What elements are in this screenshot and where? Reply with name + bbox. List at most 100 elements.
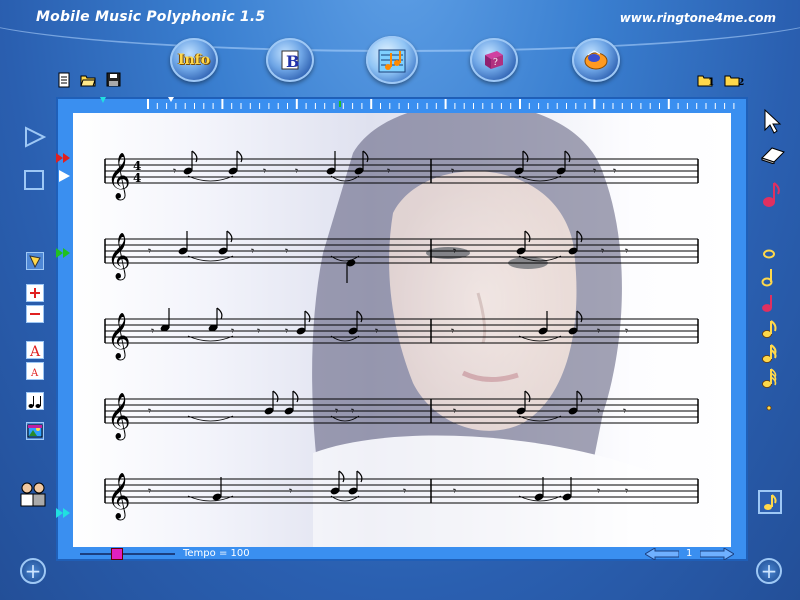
eraser-tool-icon[interactable] bbox=[760, 146, 786, 164]
eighth-note[interactable] bbox=[556, 150, 571, 176]
quarter-note[interactable] bbox=[212, 477, 223, 502]
timeline-ruler[interactable] bbox=[72, 97, 748, 111]
eighth-note[interactable] bbox=[348, 310, 363, 336]
quarter-note[interactable] bbox=[562, 477, 573, 502]
rest[interactable]: 𝄾 bbox=[148, 404, 151, 418]
tempo-slider-track[interactable] bbox=[80, 553, 175, 555]
eighth-note[interactable] bbox=[354, 150, 369, 176]
instrument-button[interactable]: B bbox=[266, 38, 314, 82]
rest[interactable]: 𝄾 bbox=[613, 164, 616, 178]
picture-button[interactable] bbox=[26, 422, 44, 440]
eighth-note[interactable] bbox=[264, 390, 279, 416]
tempo-slider-knob[interactable] bbox=[111, 548, 123, 560]
rest[interactable]: 𝄾 bbox=[375, 324, 378, 338]
new-file-icon[interactable] bbox=[56, 72, 72, 88]
eighth-note[interactable] bbox=[228, 150, 243, 176]
rest[interactable]: 𝄾 bbox=[625, 244, 628, 258]
staff-1-markers[interactable] bbox=[56, 150, 72, 190]
eighth-note[interactable] bbox=[348, 470, 363, 496]
quarter-note[interactable] bbox=[346, 258, 357, 283]
add-left-button[interactable]: + bbox=[20, 558, 46, 584]
rest[interactable]: 𝄾 bbox=[285, 324, 288, 338]
stop-button[interactable] bbox=[24, 170, 44, 190]
eighth-note[interactable] bbox=[516, 230, 531, 256]
rest[interactable]: 𝄾 bbox=[453, 484, 456, 498]
thirty-second-note-icon[interactable] bbox=[762, 368, 777, 388]
score-button[interactable] bbox=[366, 36, 418, 84]
half-note-icon[interactable] bbox=[761, 269, 773, 287]
eighth-note-icon[interactable] bbox=[762, 320, 777, 338]
rest[interactable]: 𝄾 bbox=[597, 404, 600, 418]
staff-3-notes[interactable]: 𝄾 𝄾 𝄾 𝄾 𝄾 𝄾 𝄾 𝄾 bbox=[151, 307, 628, 338]
rest[interactable]: 𝄾 bbox=[173, 164, 176, 178]
rest[interactable]: 𝄾 bbox=[623, 404, 626, 418]
rest[interactable]: 𝄾 bbox=[451, 164, 454, 178]
rest[interactable]: 𝄾 bbox=[625, 484, 628, 498]
eighth-note[interactable] bbox=[514, 150, 529, 176]
zoom-in-button[interactable] bbox=[26, 284, 44, 302]
dot-icon[interactable] bbox=[766, 405, 772, 411]
pointer-tool-icon[interactable] bbox=[762, 108, 784, 134]
staff-1[interactable]: 𝄞 44 𝄾 𝄾 𝄾 𝄾 𝄾 𝄾 𝄾 bbox=[104, 150, 699, 201]
eighth-note[interactable] bbox=[568, 310, 583, 336]
quarter-note[interactable] bbox=[538, 311, 549, 336]
rest[interactable]: 𝄾 bbox=[597, 324, 600, 338]
rest[interactable]: 𝄾 bbox=[263, 164, 266, 178]
rest[interactable]: 𝄾 bbox=[403, 484, 406, 498]
eighth-note[interactable] bbox=[330, 470, 345, 496]
rest[interactable]: 𝄾 bbox=[453, 244, 456, 258]
rest[interactable]: 𝄾 bbox=[289, 484, 292, 498]
font-larger-button[interactable]: A bbox=[26, 341, 44, 360]
ruler-start-marker[interactable] bbox=[100, 97, 106, 103]
prev-page-button[interactable] bbox=[645, 548, 679, 560]
staff-end-marker[interactable] bbox=[56, 505, 72, 521]
rest[interactable]: 𝄾 bbox=[151, 324, 154, 338]
eighth-note[interactable] bbox=[296, 310, 311, 336]
eighth-note[interactable] bbox=[183, 150, 198, 176]
staff-2[interactable]: 𝄞 𝄾 𝄾 𝄾 𝄾 𝄾 𝄾 bbox=[104, 230, 699, 283]
folder-one-icon[interactable]: 1 bbox=[697, 72, 717, 88]
quarter-note[interactable] bbox=[178, 231, 189, 256]
note-duration-palette[interactable] bbox=[760, 245, 780, 415]
rest[interactable]: 𝄾 bbox=[593, 164, 596, 178]
quarter-note[interactable] bbox=[326, 151, 337, 176]
staff-4[interactable]: 𝄞 𝄾 𝄾 𝄾 𝄾 𝄾 𝄾 bbox=[104, 390, 699, 441]
sixteenth-note-icon[interactable] bbox=[762, 344, 777, 363]
staff-5[interactable]: 𝄞 𝄾 𝄾 𝄾 𝄾 𝄾 𝄾 bbox=[104, 470, 699, 521]
help-button[interactable]: ? bbox=[470, 38, 518, 82]
notes-button[interactable] bbox=[26, 392, 44, 410]
zoom-out-button[interactable] bbox=[26, 305, 44, 323]
play-button[interactable] bbox=[24, 126, 46, 148]
font-smaller-button[interactable]: A bbox=[26, 362, 44, 380]
add-right-button[interactable]: + bbox=[756, 558, 782, 584]
note-tool-icon[interactable] bbox=[762, 180, 782, 210]
save-disk-icon[interactable] bbox=[106, 72, 122, 88]
eighth-note[interactable] bbox=[208, 307, 223, 333]
eighth-note[interactable] bbox=[516, 390, 531, 416]
eighth-note[interactable] bbox=[568, 390, 583, 416]
eighth-note[interactable] bbox=[218, 230, 233, 256]
eighth-note[interactable] bbox=[284, 390, 299, 416]
note-style-button[interactable] bbox=[758, 490, 782, 514]
quarter-note-icon[interactable] bbox=[762, 295, 772, 312]
instrument-tool-button[interactable] bbox=[26, 252, 44, 270]
users-icon[interactable] bbox=[18, 480, 50, 510]
rest[interactable]: 𝄾 bbox=[625, 324, 628, 338]
folder-two-icon[interactable]: 2 bbox=[724, 72, 748, 88]
quarter-note[interactable] bbox=[160, 308, 171, 333]
rest[interactable]: 𝄾 bbox=[148, 484, 151, 498]
info-button[interactable]: Info bbox=[170, 38, 218, 82]
rest[interactable]: 𝄾 bbox=[351, 404, 354, 418]
whole-note-icon[interactable] bbox=[763, 249, 775, 259]
rest[interactable]: 𝄾 bbox=[285, 244, 288, 258]
open-folder-icon[interactable] bbox=[80, 72, 96, 88]
eighth-note[interactable] bbox=[568, 230, 583, 256]
rest[interactable]: 𝄾 bbox=[335, 404, 338, 418]
rest[interactable]: 𝄾 bbox=[387, 164, 390, 178]
staff-2-marker[interactable] bbox=[56, 245, 72, 261]
next-page-button[interactable] bbox=[700, 548, 734, 560]
rest[interactable]: 𝄾 bbox=[451, 324, 454, 338]
quarter-note[interactable] bbox=[534, 477, 545, 502]
rest[interactable]: 𝄾 bbox=[257, 324, 260, 338]
about-button[interactable] bbox=[572, 38, 620, 82]
